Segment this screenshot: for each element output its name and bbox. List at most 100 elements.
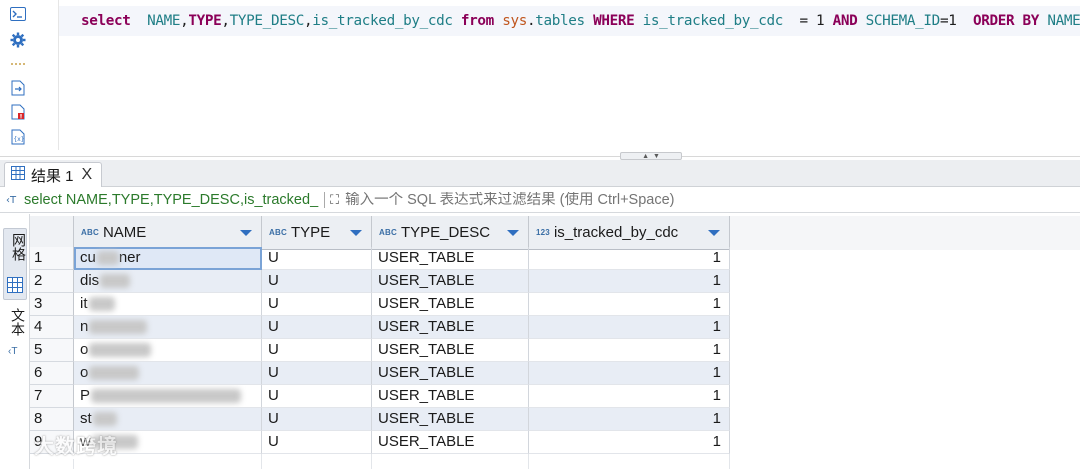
table-row[interactable]: 2 dis U USER_TABLE 1 xyxy=(30,270,730,293)
row-number: 2 xyxy=(30,270,74,293)
column-label: TYPE_DESC xyxy=(400,224,491,241)
filter-expression-input[interactable] xyxy=(345,192,946,208)
more-dots-icon[interactable] xyxy=(9,55,27,73)
cell-type-desc[interactable]: USER_TABLE xyxy=(372,362,529,385)
sql-token-id: NAME xyxy=(147,13,181,29)
cell-type-desc[interactable]: USER_TABLE xyxy=(372,293,529,316)
cell-is-tracked[interactable]: 1 xyxy=(529,431,730,454)
table-row[interactable]: 6 o U USER_TABLE 1 xyxy=(30,362,730,385)
cell-type[interactable]: U xyxy=(262,385,372,408)
column-label: is_tracked_by_cdc xyxy=(553,224,679,241)
sql-editor[interactable]: {x} select NAME,TYPE,TYPE_DESC,is_tracke… xyxy=(0,0,1080,150)
sql-token-op xyxy=(956,13,973,29)
cell-name[interactable]: P xyxy=(74,385,262,408)
cell-is-tracked[interactable]: 1 xyxy=(529,339,730,362)
cell-type[interactable]: U xyxy=(262,270,372,293)
cell-type-desc[interactable]: USER_TABLE xyxy=(372,385,529,408)
sql-token-id: NAME xyxy=(1047,13,1080,29)
active-query-label[interactable]: select NAME,TYPE,TYPE_DESC,is_tracked_ xyxy=(24,192,322,208)
redacted-blur xyxy=(89,366,140,381)
cell-name[interactable]: o xyxy=(74,362,262,385)
expand-icon[interactable]: ⛶ xyxy=(330,192,339,208)
sql-token-op xyxy=(131,13,148,29)
column-header-name[interactable]: ABC NAME xyxy=(74,216,262,250)
sort-dropdown-icon[interactable] xyxy=(507,230,519,236)
cell-is-tracked[interactable]: 1 xyxy=(529,316,730,339)
collapse-up-icon[interactable]: ▲ xyxy=(642,153,649,160)
sql-token-op xyxy=(453,13,461,29)
watermark: 大数跨境 xyxy=(6,430,118,459)
cell-is-tracked[interactable]: 1 xyxy=(529,385,730,408)
redacted-blur xyxy=(96,251,119,266)
tab-label: 结果 1 xyxy=(31,167,74,185)
export-script-icon[interactable] xyxy=(9,79,27,97)
cell-type-desc[interactable]: USER_TABLE xyxy=(372,431,529,454)
cell-type-desc[interactable]: USER_TABLE xyxy=(372,270,529,293)
sql-token-id: tables xyxy=(535,13,585,29)
cell-type[interactable]: U xyxy=(262,316,372,339)
column-header-type[interactable]: ABC TYPE xyxy=(262,216,372,250)
tab-text-view[interactable]: 文本 ‹T xyxy=(3,306,27,362)
column-label: NAME xyxy=(102,224,147,241)
cell-name[interactable]: cu ner xyxy=(74,247,262,270)
splitter-handle[interactable]: ▲ ▼ xyxy=(620,152,682,160)
close-tab-icon[interactable]: X xyxy=(82,167,93,183)
splitter-line xyxy=(0,156,1080,157)
table-row[interactable]: 5 o U USER_TABLE 1 xyxy=(30,339,730,362)
cell-name[interactable]: n xyxy=(74,316,262,339)
cell-type-desc[interactable]: USER_TABLE xyxy=(372,339,529,362)
cell-type[interactable]: U xyxy=(262,339,372,362)
panel-splitter[interactable]: ▲ ▼ xyxy=(0,152,1080,160)
cell-type[interactable]: U xyxy=(262,362,372,385)
terminal-icon[interactable] xyxy=(9,5,27,23)
sql-filter-icon[interactable]: ‹T xyxy=(6,193,24,208)
cell-type-desc[interactable]: USER_TABLE xyxy=(372,408,529,431)
string-type-icon: ABC xyxy=(269,228,287,237)
column-header-type-desc[interactable]: ABC TYPE_DESC xyxy=(372,216,529,250)
redacted-blur xyxy=(92,412,117,427)
cell-type[interactable]: U xyxy=(262,431,372,454)
column-header-is-tracked-by-cdc[interactable]: 123 is_tracked_by_cdc xyxy=(529,216,730,250)
tab-results-1[interactable]: 结果 1 X xyxy=(4,162,102,187)
redacted-blur xyxy=(88,297,115,312)
sql-query-text[interactable]: select NAME,TYPE,TYPE_DESC,is_tracked_by… xyxy=(81,13,1080,29)
cell-type[interactable]: U xyxy=(262,247,372,270)
table-row[interactable]: 3 it U USER_TABLE 1 xyxy=(30,293,730,316)
cell-name[interactable]: o xyxy=(74,339,262,362)
redacted-blur xyxy=(91,389,242,404)
table-row[interactable]: 1 cu ner U USER_TABLE 1 xyxy=(30,247,730,270)
grid-header: ABC NAME ABC TYPE ABC TYPE_DESC 123 is_t… xyxy=(30,216,1080,250)
cell-name[interactable]: st xyxy=(74,408,262,431)
cell-type[interactable]: U xyxy=(262,293,372,316)
cell-is-tracked[interactable]: 1 xyxy=(529,270,730,293)
tab-grid-view[interactable]: 网格 xyxy=(3,228,27,300)
table-row[interactable]: 4 n U USER_TABLE 1 xyxy=(30,316,730,339)
error-file-icon[interactable] xyxy=(9,103,27,121)
sort-dropdown-icon[interactable] xyxy=(350,230,362,236)
cell-is-tracked[interactable]: 1 xyxy=(529,293,730,316)
table-row[interactable]: 7 P U USER_TABLE 1 xyxy=(30,385,730,408)
collapse-down-icon[interactable]: ▼ xyxy=(653,153,660,160)
cell-is-tracked[interactable]: 1 xyxy=(529,247,730,270)
table-row[interactable]: 9 w U USER_TABLE 1 xyxy=(30,431,730,454)
sql-token-op xyxy=(857,13,865,29)
sql-token-op xyxy=(494,13,502,29)
settings-gear-icon[interactable] xyxy=(9,31,27,49)
string-type-icon: ABC xyxy=(81,228,99,237)
numeric-type-icon: 123 xyxy=(536,228,550,237)
cell-type-desc[interactable]: USER_TABLE xyxy=(372,247,529,270)
filter-bar: ‹T select NAME,TYPE,TYPE_DESC,is_tracked… xyxy=(0,188,1080,213)
row-number-header[interactable] xyxy=(30,216,74,250)
variables-icon[interactable]: {x} xyxy=(9,128,27,146)
table-row[interactable]: 8 st U USER_TABLE 1 xyxy=(30,408,730,431)
cell-is-tracked[interactable]: 1 xyxy=(529,362,730,385)
cell-name[interactable]: it xyxy=(74,293,262,316)
sort-dropdown-icon[interactable] xyxy=(708,230,720,236)
results-grid[interactable]: ABC NAME ABC TYPE ABC TYPE_DESC 123 is_t… xyxy=(30,214,1080,469)
filter-divider xyxy=(324,192,325,208)
sort-dropdown-icon[interactable] xyxy=(240,230,252,236)
cell-is-tracked[interactable]: 1 xyxy=(529,408,730,431)
cell-type[interactable]: U xyxy=(262,408,372,431)
cell-type-desc[interactable]: USER_TABLE xyxy=(372,316,529,339)
cell-name[interactable]: dis xyxy=(74,270,262,293)
